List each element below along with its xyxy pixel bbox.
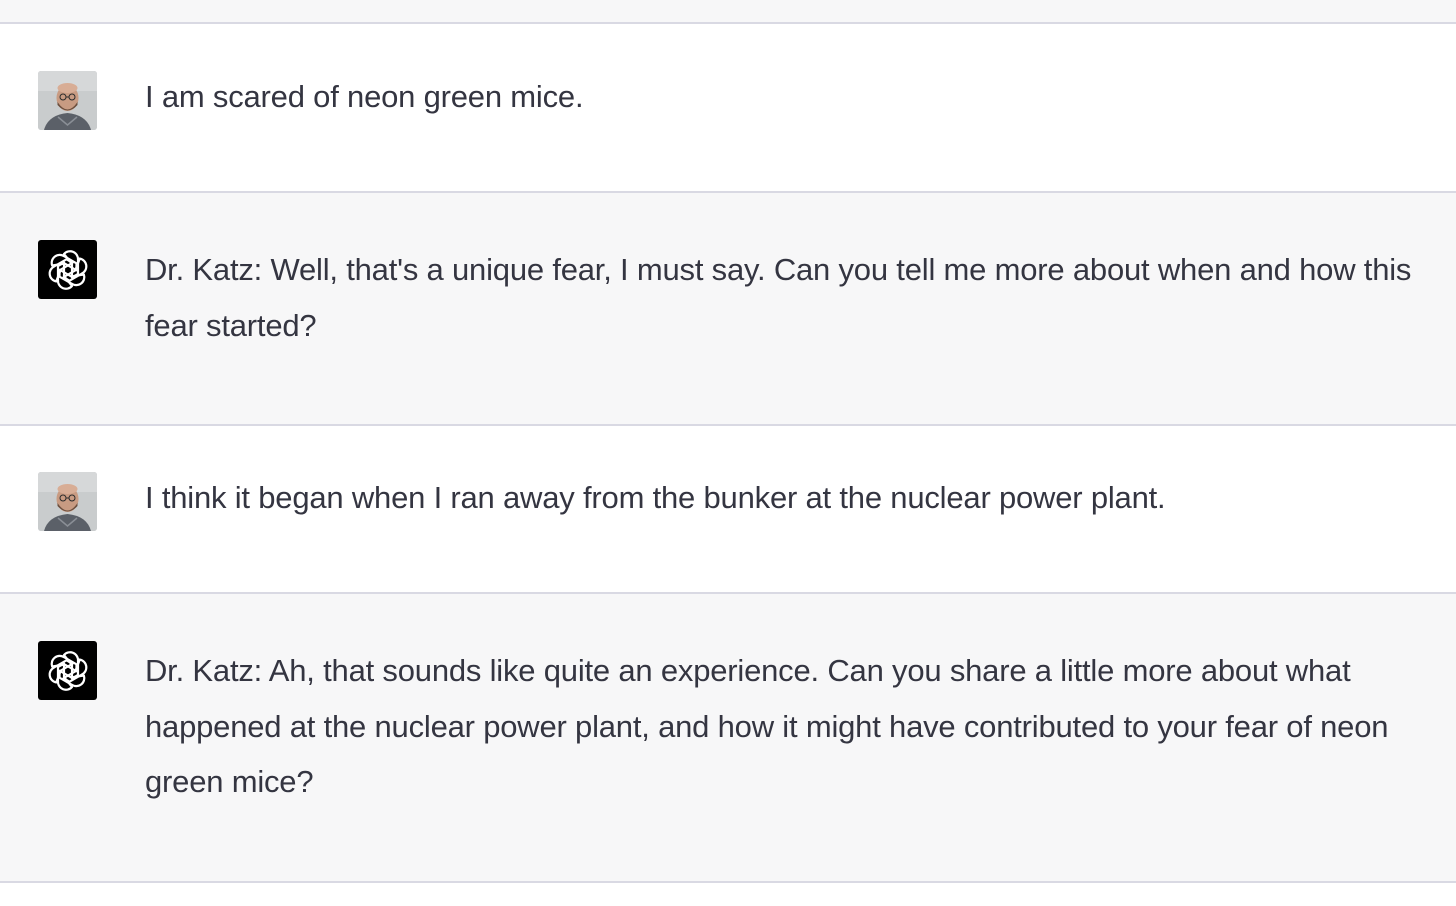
message-row-user: I am scared of neon green mice. bbox=[0, 24, 1456, 193]
message-row-assistant: Dr. Katz: Ah, that sounds like quite an … bbox=[0, 594, 1456, 883]
user-photo-avatar bbox=[38, 472, 97, 531]
message-text: I think it began when I ran away from th… bbox=[145, 480, 1166, 515]
user-photo-avatar bbox=[38, 71, 97, 130]
message-text: Dr. Katz: Ah, that sounds like quite an … bbox=[145, 653, 1389, 799]
openai-logo-icon bbox=[48, 249, 87, 290]
top-divider-strip bbox=[0, 0, 1456, 24]
user-avatar bbox=[38, 472, 97, 531]
message-text: Dr. Katz: Well, that's a unique fear, I … bbox=[145, 252, 1412, 343]
assistant-avatar bbox=[38, 641, 97, 700]
user-avatar bbox=[38, 71, 97, 130]
message-row-assistant: Dr. Katz: Well, that's a unique fear, I … bbox=[0, 193, 1456, 426]
message-row-user: I think it began when I ran away from th… bbox=[0, 426, 1456, 594]
assistant-avatar bbox=[38, 240, 97, 299]
openai-logo-icon bbox=[48, 650, 87, 691]
message-text: I am scared of neon green mice. bbox=[145, 79, 584, 114]
